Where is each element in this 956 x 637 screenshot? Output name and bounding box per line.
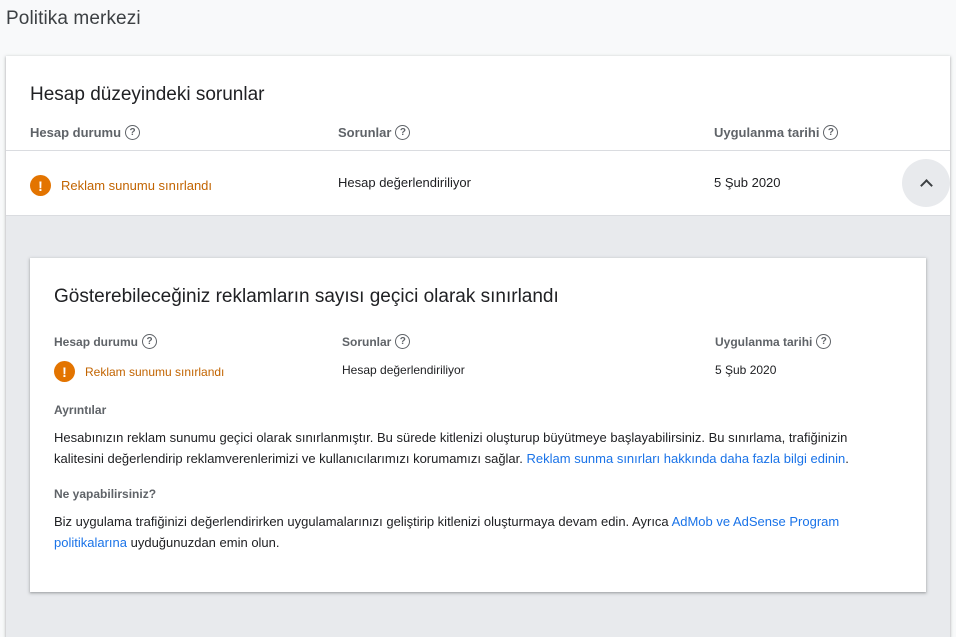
header-issues: Sorunlar ? bbox=[338, 125, 411, 140]
header-account-status: Hesap durumu ? bbox=[30, 125, 141, 140]
help-icon[interactable]: ? bbox=[125, 125, 141, 140]
table-row-issue: Hesap değerlendiriliyor bbox=[338, 175, 471, 190]
collapse-button[interactable] bbox=[902, 159, 950, 207]
help-icon[interactable]: ? bbox=[142, 334, 158, 349]
chevron-up-icon bbox=[919, 178, 933, 192]
help-icon[interactable]: ? bbox=[816, 334, 832, 349]
table-row-date: 5 Şub 2020 bbox=[714, 175, 781, 190]
table-divider bbox=[6, 150, 950, 151]
detail-header-issues: Sorunlar ? bbox=[342, 334, 411, 349]
ad-limits-learn-more-link[interactable]: Reklam sunma sınırları hakkında daha faz… bbox=[527, 451, 846, 466]
warning-icon: ! bbox=[54, 361, 75, 382]
details-paragraph: Hesabınızın reklam sunumu geçici olarak … bbox=[54, 430, 849, 466]
account-issues-card: Hesap düzeyindeki sorunlar Hesap durumu … bbox=[6, 56, 950, 637]
account-issues-title: Hesap düzeyindeki sorunlar bbox=[30, 84, 265, 105]
issue-detail-card: Gösterebileceğiniz reklamların sayısı ge… bbox=[30, 258, 926, 592]
what-to-do-paragraph: Biz uygulama trafiğinizi değerlendirirke… bbox=[54, 514, 840, 550]
detail-status: ! Reklam sunumu sınırlandı bbox=[54, 361, 224, 382]
detail-header-applied-date: Uygulanma tarihi ? bbox=[715, 334, 832, 349]
detail-header-account-status: Hesap durumu ? bbox=[54, 334, 158, 349]
details-label: Ayrıntılar bbox=[54, 403, 107, 417]
help-icon[interactable]: ? bbox=[395, 125, 411, 140]
help-icon[interactable]: ? bbox=[823, 125, 839, 140]
expanded-panel: Gösterebileceğiniz reklamların sayısı ge… bbox=[6, 215, 950, 637]
warning-icon: ! bbox=[30, 175, 51, 196]
detail-issue: Hesap değerlendiriliyor bbox=[342, 363, 465, 377]
page-title: Politika merkezi bbox=[6, 8, 141, 29]
what-to-do-label: Ne yapabilirsiniz? bbox=[54, 487, 157, 501]
detail-title: Gösterebileceğiniz reklamların sayısı ge… bbox=[54, 286, 559, 307]
header-applied-date: Uygulanma tarihi ? bbox=[714, 125, 839, 140]
table-row-status[interactable]: ! Reklam sunumu sınırlandı bbox=[30, 175, 212, 196]
detail-date: 5 Şub 2020 bbox=[715, 363, 777, 377]
help-icon[interactable]: ? bbox=[395, 334, 411, 349]
